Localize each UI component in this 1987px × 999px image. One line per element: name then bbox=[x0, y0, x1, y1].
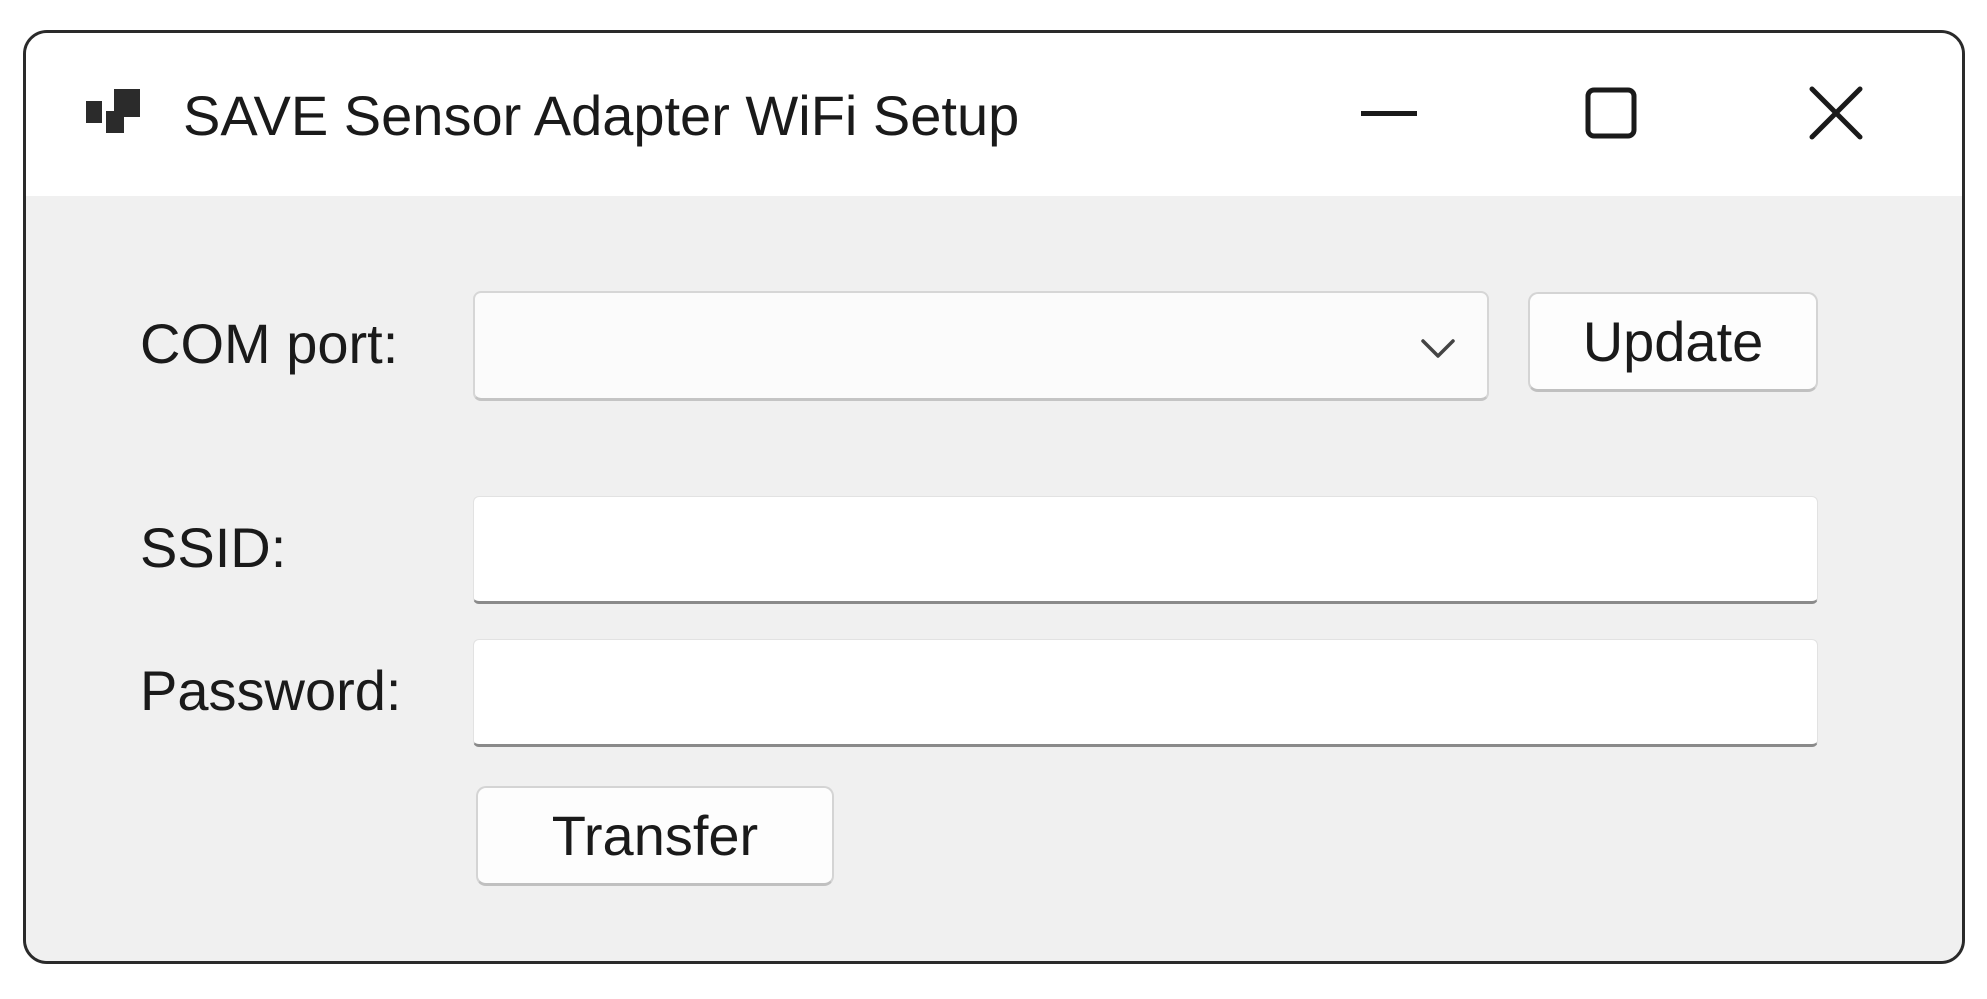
password-label: Password: bbox=[140, 659, 402, 722]
maximize-icon bbox=[1585, 87, 1637, 139]
maximize-button[interactable] bbox=[1556, 63, 1666, 163]
window-title: SAVE Sensor Adapter WiFi Setup bbox=[183, 84, 1020, 147]
title-bar[interactable]: SAVE Sensor Adapter WiFi Setup bbox=[26, 33, 1962, 196]
minimize-icon bbox=[1361, 111, 1417, 116]
com-port-label: COM port: bbox=[140, 312, 399, 375]
ssid-label: SSID: bbox=[140, 516, 287, 579]
minimize-button[interactable] bbox=[1336, 63, 1446, 163]
app-icon bbox=[86, 89, 140, 133]
close-icon bbox=[1809, 86, 1863, 140]
chevron-down-icon bbox=[1421, 339, 1455, 358]
close-button[interactable] bbox=[1781, 63, 1891, 163]
update-button[interactable]: Update bbox=[1528, 292, 1818, 392]
transfer-button[interactable]: Transfer bbox=[476, 786, 834, 886]
ssid-input[interactable] bbox=[473, 496, 1818, 604]
app-window: SAVE Sensor Adapter WiFi Setup COM port: bbox=[23, 30, 1965, 964]
password-input[interactable] bbox=[473, 639, 1818, 747]
com-port-combobox[interactable] bbox=[473, 291, 1489, 401]
client-area: COM port: Update SSID: Password: Transfe… bbox=[26, 196, 1962, 961]
